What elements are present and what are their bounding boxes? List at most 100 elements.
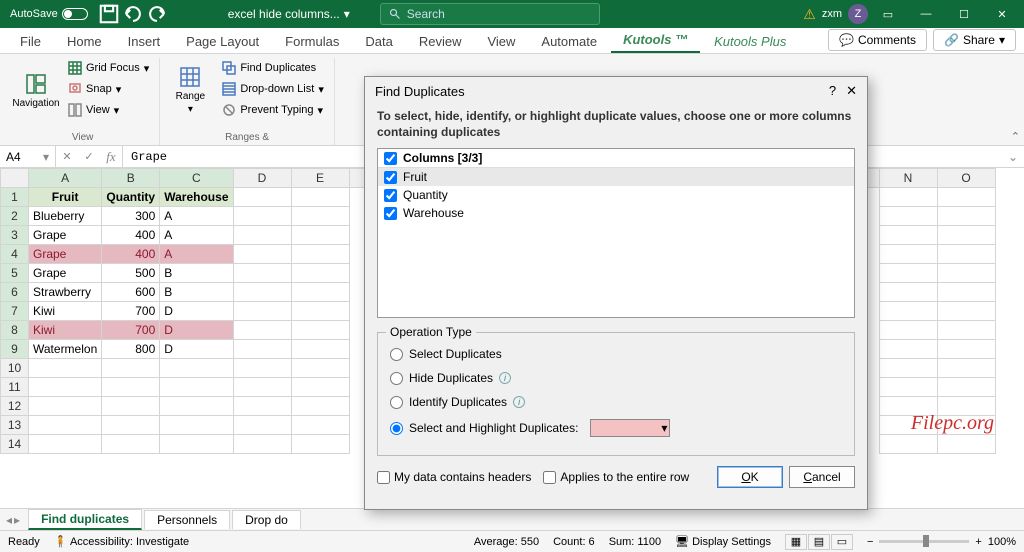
row-header[interactable]: 5 — [1, 264, 29, 283]
row-header[interactable]: 8 — [1, 321, 29, 340]
zoom-out-icon[interactable]: − — [867, 536, 873, 548]
status-count: Count: 6 — [553, 536, 595, 548]
help-icon[interactable]: ? — [829, 83, 836, 99]
radio-select-duplicates[interactable]: Select Duplicates — [390, 347, 842, 361]
radio-identify-duplicates[interactable]: Identify Duplicatesi — [390, 395, 842, 409]
search-box[interactable]: Search — [380, 3, 600, 25]
row-header[interactable]: 3 — [1, 226, 29, 245]
sheet-next-icon[interactable]: ▸ — [14, 513, 20, 527]
row-header[interactable]: 12 — [1, 397, 29, 416]
page-break-icon[interactable]: ▭ — [831, 534, 853, 550]
col-header-o[interactable]: O — [937, 169, 995, 188]
ribbon-group-ranges: Range▾ Find Duplicates Drop-down List ▾ … — [160, 58, 335, 145]
search-icon — [389, 8, 401, 20]
close-icon[interactable]: ✕ — [846, 83, 857, 99]
row-header[interactable]: 7 — [1, 302, 29, 321]
redo-icon[interactable] — [146, 3, 168, 25]
row-header[interactable]: 1 — [1, 188, 29, 207]
page-layout-icon[interactable]: ▤ — [808, 534, 830, 550]
cancel-formula-icon[interactable]: ✕ — [56, 146, 78, 167]
row-header[interactable]: 4 — [1, 245, 29, 264]
sheet-tab-find-duplicates[interactable]: Find duplicates — [28, 509, 142, 530]
zoom-level[interactable]: 100% — [988, 536, 1016, 548]
row-header[interactable]: 14 — [1, 435, 29, 454]
dialog-bottom-row: My data contains headers Applies to the … — [377, 466, 855, 488]
tab-page-layout[interactable]: Page Layout — [174, 30, 271, 53]
range-button[interactable]: Range▾ — [166, 58, 214, 122]
enter-formula-icon[interactable]: ✓ — [78, 146, 100, 167]
info-icon[interactable]: i — [499, 372, 511, 384]
share-button[interactable]: 🔗Share ▾ — [933, 29, 1016, 51]
grid-focus-button[interactable]: Grid Focus ▾ — [64, 58, 153, 78]
columns-list[interactable]: Columns [3/3] Fruit Quantity Warehouse — [377, 148, 855, 318]
find-duplicates-button[interactable]: Find Duplicates — [218, 58, 328, 78]
row-header[interactable]: 11 — [1, 378, 29, 397]
checkbox-entire-row[interactable]: Applies to the entire row — [543, 470, 689, 484]
col-header-b[interactable]: B — [102, 169, 160, 188]
sheet-tab-drop[interactable]: Drop do — [232, 510, 301, 529]
tab-insert[interactable]: Insert — [116, 30, 173, 53]
tab-home[interactable]: Home — [55, 30, 114, 53]
expand-formula-icon[interactable]: ⌄ — [1002, 150, 1024, 164]
normal-view-icon[interactable]: ▦ — [785, 534, 807, 550]
row-header[interactable]: 9 — [1, 340, 29, 359]
sheet-prev-icon[interactable]: ◂ — [6, 513, 12, 527]
radio-hide-duplicates[interactable]: Hide Duplicatesi — [390, 371, 842, 385]
avatar[interactable]: Z — [848, 4, 868, 24]
navigation-button[interactable]: Navigation — [12, 58, 60, 122]
group-label-ranges: Ranges & — [166, 130, 328, 145]
ribbon-collapse-icon[interactable]: ⌃ — [1011, 130, 1020, 143]
highlight-color-dropdown[interactable]: ▾ — [590, 419, 670, 437]
dropdown-list-button[interactable]: Drop-down List ▾ — [218, 79, 328, 99]
select-all-corner[interactable] — [1, 169, 29, 188]
cancel-button[interactable]: Cancel — [789, 466, 855, 488]
row-header[interactable]: 10 — [1, 359, 29, 378]
zoom-in-icon[interactable]: + — [975, 536, 981, 548]
tab-kutools[interactable]: Kutools ™ — [611, 28, 700, 53]
tab-view[interactable]: View — [475, 30, 527, 53]
snap-button[interactable]: Snap ▾ — [64, 79, 153, 99]
maximize-icon[interactable]: ☐ — [946, 0, 982, 28]
columns-select-all[interactable]: Columns [3/3] — [378, 149, 854, 168]
tab-file[interactable]: File — [8, 30, 53, 53]
save-icon[interactable] — [98, 3, 120, 25]
view-button[interactable]: View ▾ — [64, 100, 153, 120]
column-fruit[interactable]: Fruit — [378, 168, 854, 186]
row-header[interactable]: 13 — [1, 416, 29, 435]
name-box[interactable]: A4 ▾ — [0, 146, 56, 167]
comments-button[interactable]: 💬Comments — [828, 29, 927, 51]
tab-kutools-plus[interactable]: Kutools Plus — [702, 30, 798, 53]
prevent-typing-button[interactable]: Prevent Typing ▾ — [218, 100, 328, 120]
col-header-c[interactable]: C — [160, 169, 233, 188]
col-header-n[interactable]: N — [879, 169, 937, 188]
zoom-slider[interactable] — [879, 540, 969, 543]
row-header[interactable]: 2 — [1, 207, 29, 226]
info-icon[interactable]: i — [513, 396, 525, 408]
tab-review[interactable]: Review — [407, 30, 474, 53]
minimize-icon[interactable]: — — [908, 0, 944, 28]
column-quantity[interactable]: Quantity — [378, 186, 854, 204]
row-header[interactable]: 6 — [1, 283, 29, 302]
ribbon-options-icon[interactable]: ▭ — [870, 0, 906, 28]
display-settings-button[interactable]: 🖥 Display Settings — [675, 535, 771, 548]
radio-highlight-duplicates[interactable]: Select and Highlight Duplicates:▾ — [390, 419, 842, 437]
sheet-tabs: ◂ ▸ Find duplicates Personnels Drop do — [0, 508, 1024, 530]
warning-icon[interactable]: ⚠ — [803, 6, 816, 23]
col-header-e[interactable]: E — [291, 169, 349, 188]
ok-button[interactable]: OK — [717, 466, 783, 488]
tab-automate[interactable]: Automate — [529, 30, 609, 53]
status-sum: Sum: 1100 — [609, 536, 661, 548]
undo-icon[interactable] — [122, 3, 144, 25]
accessibility-button[interactable]: 🧍 Accessibility: Investigate — [54, 535, 189, 548]
autosave-toggle[interactable]: AutoSave — [10, 8, 88, 20]
tab-formulas[interactable]: Formulas — [273, 30, 351, 53]
column-warehouse[interactable]: Warehouse — [378, 204, 854, 222]
document-name[interactable]: excel hide columns... ▾ — [228, 7, 350, 21]
col-header-a[interactable]: A — [29, 169, 102, 188]
close-icon[interactable]: ✕ — [984, 0, 1020, 28]
sheet-tab-personnels[interactable]: Personnels — [144, 510, 230, 529]
fx-icon[interactable]: fx — [100, 146, 122, 167]
tab-data[interactable]: Data — [353, 30, 404, 53]
checkbox-has-headers[interactable]: My data contains headers — [377, 470, 531, 484]
col-header-d[interactable]: D — [233, 169, 291, 188]
